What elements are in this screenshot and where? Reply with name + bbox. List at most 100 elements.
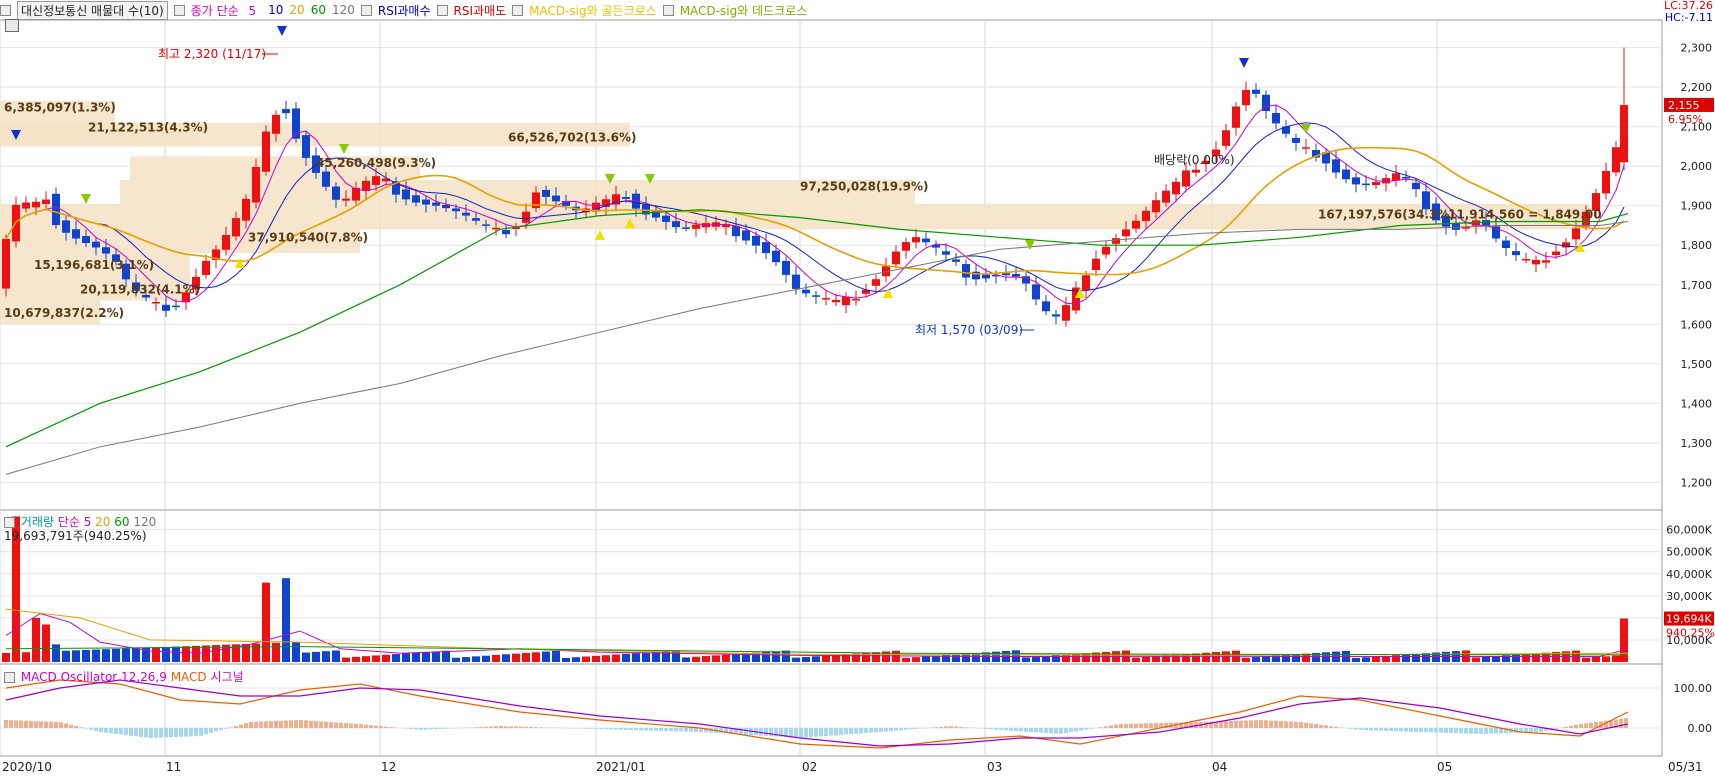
oscillator-bar	[344, 723, 348, 728]
rsi-sell-label[interactable]: RSI과매도	[454, 2, 507, 19]
candle-down	[1452, 223, 1460, 230]
ma-10-label[interactable]: 10	[268, 3, 283, 17]
ma-120-label[interactable]: 120	[332, 3, 355, 17]
oscillator-bar	[834, 728, 838, 735]
candle-up	[342, 199, 350, 201]
oscillator-bar	[859, 728, 863, 733]
oscillator-bar	[1574, 725, 1578, 728]
oscillator-bar	[844, 728, 848, 735]
oscillator-bar	[1084, 728, 1088, 730]
volume-bar	[92, 650, 100, 662]
legend-checkbox[interactable]	[437, 5, 448, 16]
ma-20-label[interactable]: 20	[289, 3, 304, 17]
candle-down	[1292, 138, 1300, 143]
oscillator-bar	[109, 728, 113, 733]
oscillator-bar	[1154, 723, 1158, 728]
volume-bar	[752, 653, 760, 662]
oscillator-bar	[934, 727, 938, 728]
macd-y-tick: 0.00	[1688, 722, 1713, 735]
legend-checkbox[interactable]	[663, 5, 674, 16]
price-y-tick: 1,700	[1681, 279, 1713, 292]
candle-down	[1252, 90, 1260, 94]
candle-up	[1372, 182, 1380, 185]
x-tick-label: 05	[1437, 760, 1452, 774]
oscillator-bar	[634, 728, 638, 730]
oscillator-bar	[1579, 724, 1583, 728]
oscillator-bar	[1229, 721, 1233, 728]
oscillator-bar	[1099, 727, 1103, 728]
volume-bar	[1242, 658, 1250, 662]
oscillator-bar	[369, 725, 373, 728]
oscillator-bar	[94, 728, 98, 731]
oscillator-bar	[824, 728, 828, 736]
price-ma-label[interactable]: 종가 단순 5	[191, 2, 262, 19]
signal-label[interactable]: 시그널	[211, 670, 244, 684]
oscillator-bar	[1364, 728, 1368, 730]
macd-dead-label[interactable]: MACD-sig와 데드크로스	[680, 2, 808, 19]
oscillator-bar	[219, 728, 223, 730]
candle-down	[752, 236, 760, 246]
candle-up	[1172, 182, 1180, 195]
macd-osc-label[interactable]: MACD Oscillator 12,26,9	[21, 670, 167, 684]
oscillator-bar	[1289, 722, 1293, 728]
oscillator-bar	[594, 728, 598, 729]
volume-bar	[792, 658, 800, 662]
candle-up	[252, 167, 260, 203]
oscillator-bar	[1089, 728, 1093, 729]
volume-bar	[872, 652, 880, 662]
oscillator-bar	[1469, 728, 1473, 734]
oscillator-bar	[894, 728, 898, 731]
candle-down	[412, 195, 420, 202]
stock-title[interactable]: 대신정보통신 매물대 수(10)	[17, 1, 168, 20]
legend-checkbox[interactable]	[174, 5, 185, 16]
volume-bar	[1482, 657, 1490, 662]
legend-checkbox[interactable]	[0, 5, 11, 16]
oscillator-bar	[1569, 726, 1573, 728]
candle-up	[1392, 173, 1400, 180]
oscillator-bar	[304, 720, 308, 728]
oscillator-bar	[404, 728, 408, 729]
price-y-tick: 1,900	[1681, 200, 1713, 213]
candle-down	[1362, 184, 1370, 186]
candle-down	[732, 226, 740, 236]
signal-down-arrow	[1301, 124, 1311, 134]
oscillator-bar	[1439, 728, 1443, 733]
volume-bar	[512, 654, 520, 662]
legend-checkbox[interactable]	[361, 5, 372, 16]
oscillator-bar	[1414, 728, 1418, 732]
grid-toggle-icon[interactable]	[5, 19, 19, 32]
volume-bar	[602, 655, 610, 662]
macd-label[interactable]: MACD	[171, 670, 207, 684]
oscillator-bar	[644, 728, 648, 730]
ma-60-label[interactable]: 60	[311, 3, 326, 17]
candle-up	[822, 298, 830, 300]
rsi-buy-label[interactable]: RSI과매수	[378, 2, 431, 19]
oscillator-bar	[1379, 728, 1383, 731]
volume-profile-label: 167,197,576(34.3%)	[1318, 207, 1455, 221]
volume-bar	[632, 653, 640, 662]
oscillator-bar	[854, 728, 858, 734]
candle-down	[462, 213, 470, 216]
volume-bar	[922, 656, 930, 662]
oscillator-bar	[1039, 728, 1043, 733]
legend-checkbox[interactable]	[4, 672, 15, 683]
oscillator-bar	[1234, 721, 1238, 728]
oscillator-bar	[949, 726, 953, 728]
oscillator-bar	[489, 726, 493, 728]
oscillator-bar	[1219, 721, 1223, 728]
chart-svg[interactable]: 2020/1011122021/010203040505/312,3002,20…	[0, 0, 1715, 775]
oscillator-bar	[769, 728, 773, 736]
oscillator-bar	[1374, 728, 1378, 731]
volume-bar	[572, 657, 580, 662]
oscillator-bar	[334, 722, 338, 728]
candle-up	[852, 299, 860, 301]
candle-down	[1352, 177, 1360, 184]
candle-down	[302, 135, 310, 158]
macd-golden-label[interactable]: MACD-sig와 골든크로스	[529, 2, 657, 19]
x-tick-label: 11	[166, 760, 181, 774]
oscillator-bar	[474, 727, 478, 728]
candle-down	[322, 172, 330, 187]
oscillator-bar	[954, 726, 958, 728]
candle-up	[1532, 260, 1540, 265]
legend-checkbox[interactable]	[512, 5, 523, 16]
